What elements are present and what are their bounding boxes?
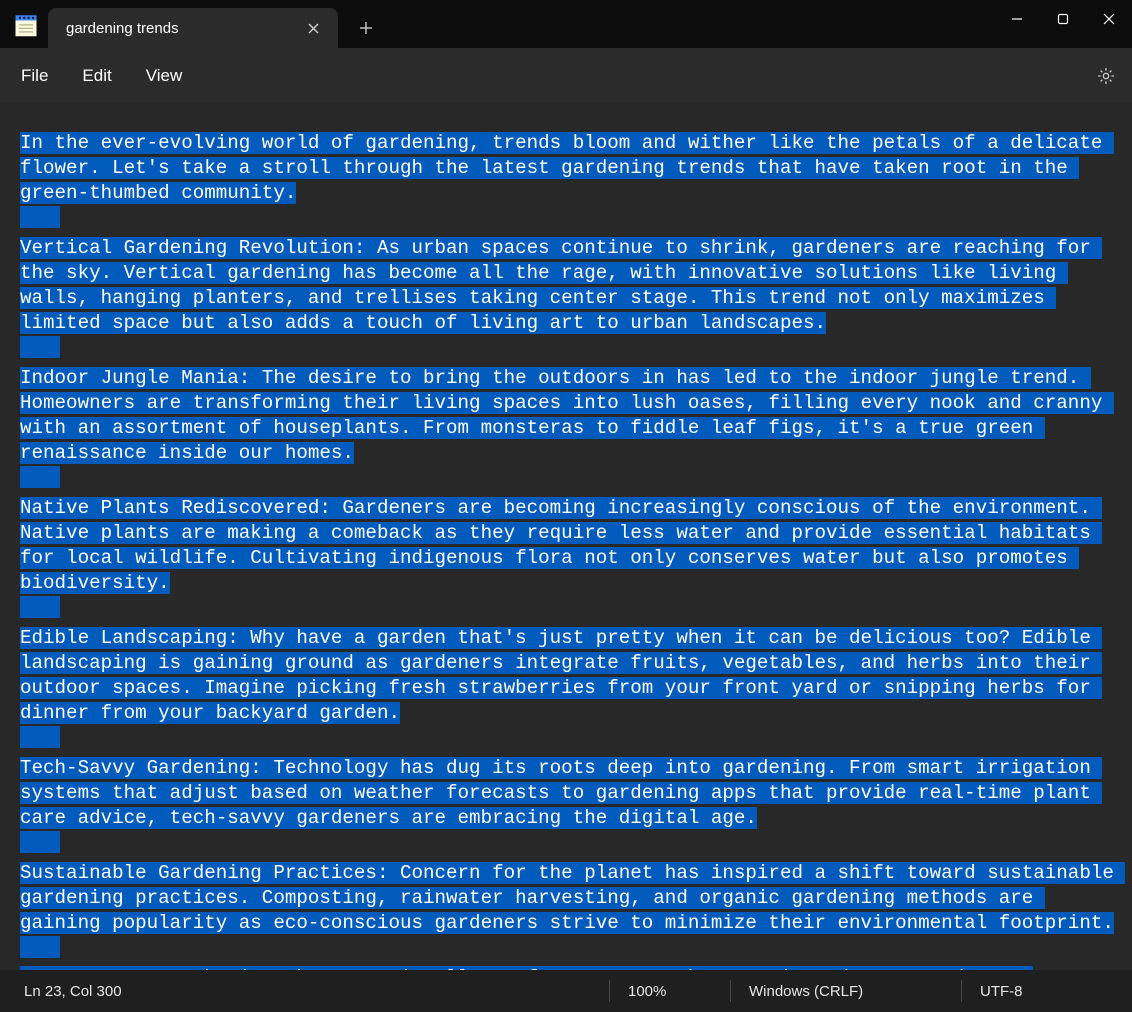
settings-button[interactable]	[1084, 54, 1128, 98]
blank-line	[20, 336, 60, 358]
blank-line	[20, 466, 60, 488]
status-line-endings[interactable]: Windows (CRLF)	[731, 970, 961, 1012]
editor-area[interactable]: In the ever-evolving world of gardening,…	[0, 103, 1132, 970]
menu-view[interactable]: View	[129, 58, 200, 94]
gear-icon	[1096, 66, 1116, 86]
menu-bar: File Edit View	[0, 48, 1132, 103]
notepad-app-icon	[12, 10, 40, 38]
status-zoom[interactable]: 100%	[610, 970, 730, 1012]
blank-line	[20, 206, 60, 228]
text-paragraph-5: Edible Landscaping: Why have a garden th…	[20, 627, 1102, 724]
text-paragraph-3: Indoor Jungle Mania: The desire to bring…	[20, 367, 1114, 464]
tab-title: gardening trends	[66, 20, 302, 37]
tab-active[interactable]: gardening trends	[48, 8, 338, 48]
new-tab-button[interactable]	[346, 8, 386, 48]
minimize-button[interactable]	[994, 0, 1040, 38]
blank-line	[20, 726, 60, 748]
editor-content[interactable]: In the ever-evolving world of gardening,…	[0, 131, 1132, 970]
window-controls	[994, 0, 1132, 38]
text-paragraph-7: Sustainable Gardening Practices: Concern…	[20, 862, 1125, 934]
status-bar: Ln 23, Col 300 100% Windows (CRLF) UTF-8	[0, 970, 1132, 1012]
maximize-button[interactable]	[1040, 0, 1086, 38]
text-paragraph-2: Vertical Gardening Revolution: As urban …	[20, 237, 1102, 334]
text-paragraph-1: In the ever-evolving world of gardening,…	[20, 132, 1114, 204]
text-paragraph-4: Native Plants Rediscovered: Gardeners ar…	[20, 497, 1102, 594]
text-paragraph-8: Cottagecore Aesthetic: The romantic allu…	[20, 966, 1033, 970]
blank-line	[20, 596, 60, 618]
tab-close-icon[interactable]	[302, 17, 324, 39]
close-button[interactable]	[1086, 0, 1132, 38]
blank-line	[20, 831, 60, 853]
text-paragraph-6: Tech-Savvy Gardening: Technology has dug…	[20, 757, 1102, 829]
tabs-area: gardening trends	[48, 0, 994, 48]
title-bar: gardening trends	[0, 0, 1132, 48]
menu-file[interactable]: File	[4, 58, 65, 94]
status-cursor-position: Ln 23, Col 300	[0, 970, 609, 1012]
blank-line	[20, 936, 60, 958]
status-encoding[interactable]: UTF-8	[962, 970, 1132, 1012]
menu-edit[interactable]: Edit	[65, 58, 128, 94]
